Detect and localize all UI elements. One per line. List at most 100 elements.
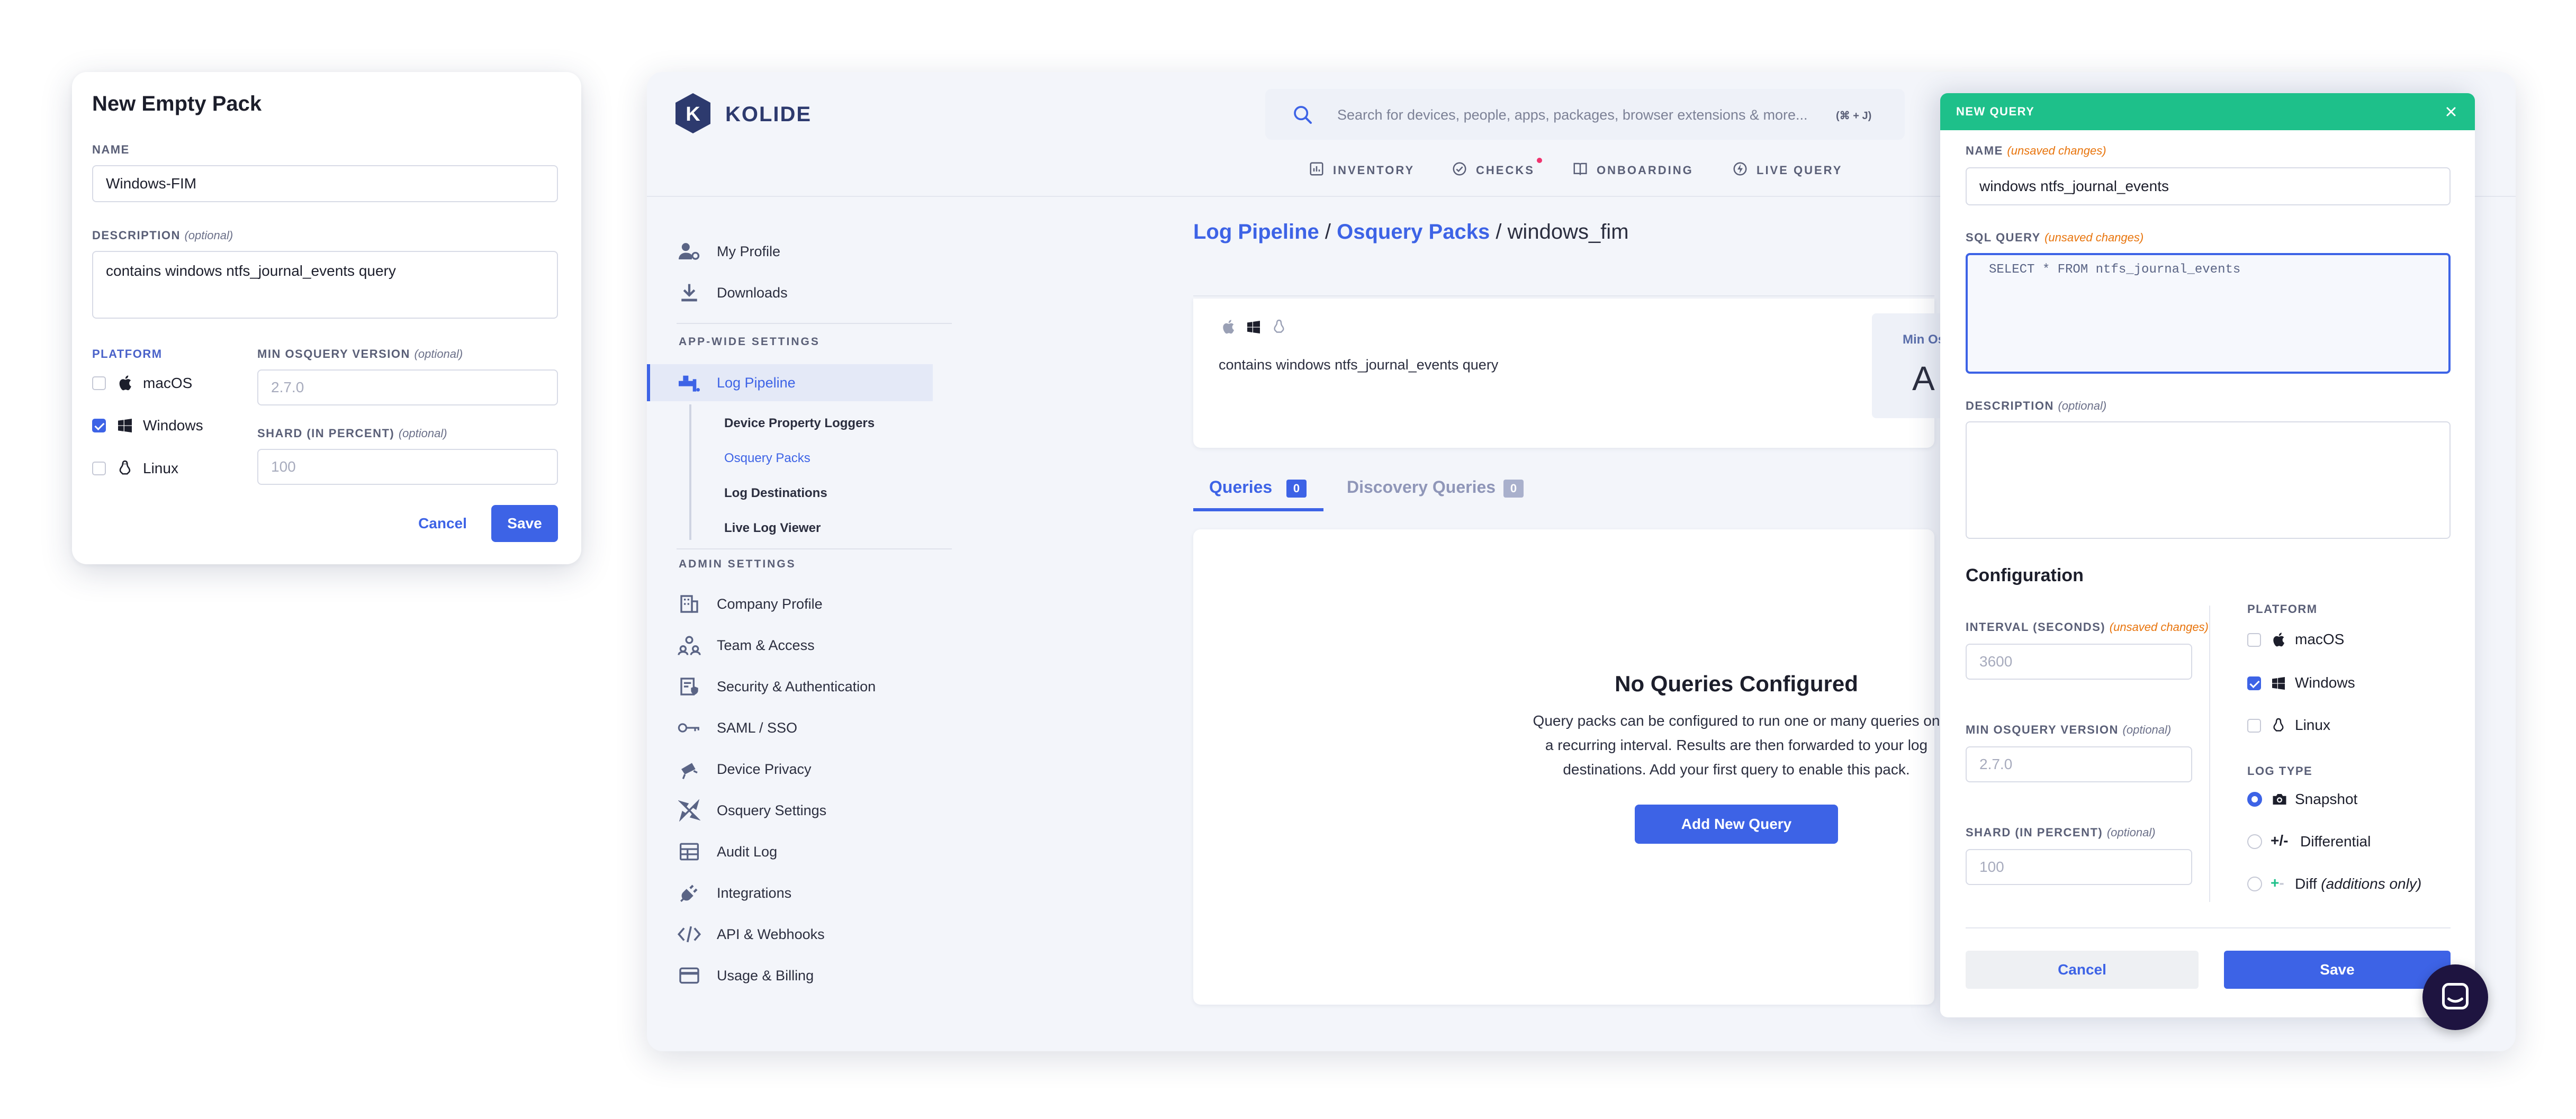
breadcrumb: Log Pipeline / Osquery Packs / windows_f… [1193, 220, 1629, 243]
linux-checkbox[interactable] [92, 462, 106, 475]
breadcrumb-log-pipeline[interactable]: Log Pipeline [1193, 220, 1319, 243]
macos-checkbox[interactable] [92, 376, 106, 390]
chat-launcher-button[interactable] [2422, 964, 2488, 1030]
save-button[interactable]: Save [491, 505, 558, 542]
sidebar-item-downloads[interactable]: Downloads [677, 274, 788, 311]
sidebar-sub-log-destinations[interactable]: Log Destinations [724, 486, 827, 501]
code-icon [677, 922, 702, 947]
search-placeholder: Search for devices, people, apps, packag… [1337, 107, 1808, 123]
name-label: NAME [92, 143, 130, 156]
sidebar-sub-live-log-viewer[interactable]: Live Log Viewer [724, 521, 821, 536]
search-shortcut: (⌘ + J) [1836, 110, 1872, 122]
snapshot-radio[interactable] [2247, 792, 2262, 807]
nav-inventory[interactable]: INVENTORY [1309, 161, 1415, 180]
new-query-panel: NEW QUERY NAME (unsaved changes) windows… [1940, 93, 2475, 1017]
linux-icon [1272, 319, 1286, 335]
inventory-icon [1309, 161, 1325, 180]
sidebar-item-my-profile[interactable]: My Profile [677, 233, 780, 270]
logo-text: KOLIDE [725, 103, 812, 126]
nav-checks[interactable]: CHECKS [1452, 158, 1542, 180]
sql-query-editor[interactable]: SELECT * FROM ntfs_journal_events [1966, 253, 2451, 374]
checks-alert-dot [1536, 158, 1542, 163]
credit-card-icon [677, 963, 702, 988]
configuration-heading: Configuration [1966, 565, 2084, 585]
min-version-input[interactable]: 2.7.0 [257, 369, 558, 405]
chat-icon [2439, 980, 2471, 1015]
download-icon [677, 280, 702, 305]
query-save-button[interactable]: Save [2224, 951, 2451, 989]
close-icon[interactable] [2443, 104, 2459, 120]
admin-settings-heading: ADMIN SETTINGS [679, 558, 796, 570]
sidebar-item-company-profile[interactable]: Company Profile [677, 585, 823, 622]
sidebar-item-log-pipeline[interactable]: Log Pipeline [677, 364, 796, 401]
sidebar-item-api-webhooks[interactable]: API & Webhooks [677, 916, 825, 953]
differential-label: Differential [2300, 833, 2371, 850]
sidebar-sub-osquery-packs[interactable]: Osquery Packs [724, 451, 810, 466]
breadcrumb-osquery-packs[interactable]: Osquery Packs [1337, 220, 1490, 243]
sidebar-item-osquery-settings[interactable]: Osquery Settings [677, 792, 826, 829]
query-min-version-label: MIN OSQUERY VERSION (optional) [1966, 723, 2172, 736]
sql-query-label: SQL QUERY (unsaved changes) [1966, 231, 2144, 244]
sidebar-sub-device-property-loggers[interactable]: Device Property Loggers [724, 416, 875, 431]
add-new-query-button[interactable]: Add New Query [1635, 805, 1838, 844]
sidebar-item-saml-sso[interactable]: SAML / SSO [677, 709, 797, 746]
app-wide-settings-heading: APP-WIDE SETTINGS [679, 336, 820, 348]
linux-icon [116, 459, 133, 477]
query-name-input[interactable]: windows ntfs_journal_events [1966, 167, 2451, 205]
shard-input[interactable]: 100 [257, 449, 558, 485]
macos-label: macOS [143, 375, 193, 391]
pack-description-input[interactable]: contains windows ntfs_journal_events que… [92, 251, 558, 319]
search-icon [1292, 104, 1314, 126]
query-linux-label: Linux [2295, 717, 2330, 733]
kolide-logo-icon[interactable]: K [673, 92, 713, 134]
pack-description: contains windows ntfs_journal_events que… [1219, 357, 1499, 373]
pack-name-input[interactable]: Windows-FIM [92, 165, 558, 202]
linux-label: Linux [143, 460, 178, 476]
sidebar-item-device-privacy[interactable]: Device Privacy [677, 751, 812, 788]
config-divider [2209, 606, 2210, 902]
tab-queries[interactable]: Queries 0 [1193, 470, 1323, 511]
checks-icon [1452, 161, 1467, 180]
apple-icon [2271, 630, 2286, 648]
nav-onboarding[interactable]: ONBOARDING [1572, 161, 1694, 180]
queries-count-badge: 0 [1286, 480, 1307, 498]
sidebar-item-integrations[interactable]: Integrations [677, 874, 791, 912]
new-query-header: NEW QUERY [1940, 93, 2475, 130]
team-icon [677, 633, 702, 658]
sidebar-item-audit-log[interactable]: Audit Log [677, 833, 777, 870]
sidebar-item-team-access[interactable]: Team & Access [677, 627, 815, 664]
breadcrumb-current: windows_fim [1507, 220, 1629, 243]
sidebar-item-usage-billing[interactable]: Usage & Billing [677, 957, 814, 994]
plug-icon [677, 880, 702, 906]
query-description-input[interactable] [1966, 421, 2451, 539]
diff-label: Diff (additions only) [2295, 876, 2422, 892]
interval-input[interactable]: 3600 [1966, 644, 2192, 680]
security-icon [677, 674, 702, 699]
queries-empty-state-card: No Queries Configured Query packs can be… [1193, 529, 1940, 1005]
windows-checkbox[interactable] [92, 419, 106, 432]
sql-query-text: SELECT * FROM ntfs_journal_events [1989, 263, 2241, 277]
diff-additions-radio[interactable] [2247, 877, 2262, 891]
differential-radio[interactable] [2247, 834, 2262, 849]
pipeline-icon [677, 370, 702, 395]
interval-label: INTERVAL (SECONDS) (unsaved changes) [1966, 620, 2209, 634]
query-windows-checkbox[interactable] [2247, 676, 2261, 690]
sidebar-item-security[interactable]: Security & Authentication [677, 668, 876, 705]
plus-minus-icon: +/- [2271, 832, 2289, 849]
query-macos-checkbox[interactable] [2247, 633, 2261, 647]
query-min-version-input[interactable]: 2.7.0 [1966, 746, 2192, 782]
min-osquery-value: A [1912, 359, 1935, 398]
query-cancel-button[interactable]: Cancel [1966, 951, 2199, 989]
query-shard-input[interactable]: 100 [1966, 849, 2192, 885]
tab-discovery-queries[interactable]: Discovery Queries 0 [1347, 470, 1537, 511]
nav-live-query[interactable]: LIVE QUERY [1732, 161, 1842, 180]
osquery-icon [677, 798, 702, 823]
cancel-button[interactable]: Cancel [411, 505, 474, 542]
global-search[interactable]: Search for devices, people, apps, packag… [1265, 89, 1905, 140]
description-text: contains windows ntfs_journal_events que… [106, 263, 396, 279]
windows-icon [2271, 675, 2286, 691]
pack-info-card: contains windows ntfs_journal_events que… [1193, 295, 1960, 448]
sidebar-divider [677, 323, 952, 324]
footer-divider [1966, 927, 2451, 928]
query-linux-checkbox[interactable] [2247, 719, 2261, 733]
